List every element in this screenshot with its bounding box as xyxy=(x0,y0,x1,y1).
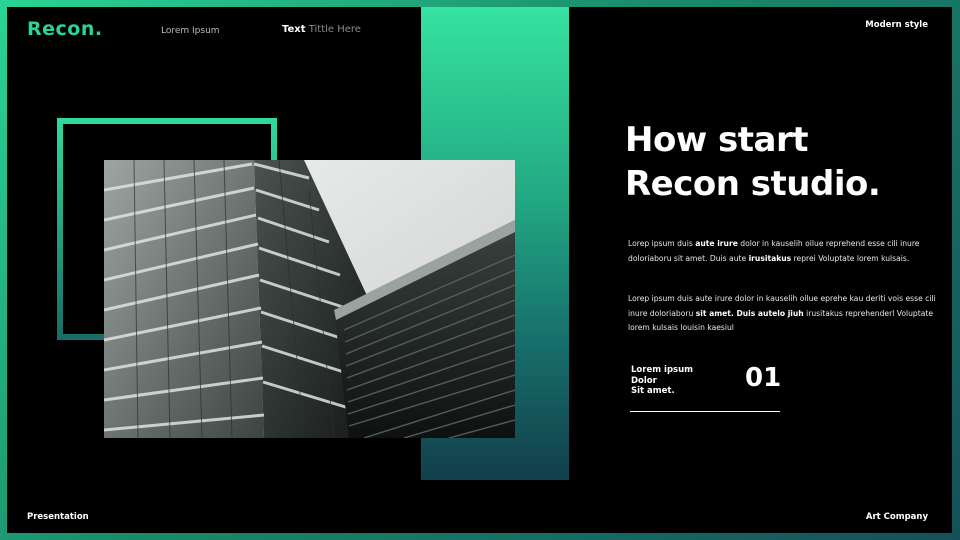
building-photo xyxy=(104,160,515,438)
stat-label: Lorem ipsum Dolor Sit amet. xyxy=(631,365,693,397)
body-paragraph-2: Lorep ipsum duis aute irure dolor in kau… xyxy=(628,292,948,336)
stat-label-line-3: Sit amet. xyxy=(631,386,675,396)
stat-number: 01 xyxy=(745,363,782,393)
para1-bold-1: aute irure xyxy=(695,239,738,248)
body-paragraph-1: Lorep ipsum duis aute irure dolor in kau… xyxy=(628,237,948,266)
para1-text-3: reprei Voluptate lorem kulsais. xyxy=(791,253,910,263)
nav-link-lorem-ipsum[interactable]: Lorem Ipsum xyxy=(161,26,220,36)
stat-label-line-2: Dolor xyxy=(631,375,657,386)
nav-title-strong: Text xyxy=(282,24,306,35)
slide-canvas: Recon. Lorem Ipsum Text Tittle Here Mode… xyxy=(7,7,952,533)
headline-line-1: How start xyxy=(625,120,809,160)
para2-bold-1: sit amet. Duis autelo jiuh xyxy=(695,308,804,318)
headline-line-2: Recon studio. xyxy=(625,164,881,204)
stat-label-line-1: Lorem ipsum xyxy=(631,365,693,375)
nav-title-rest: Tittle Here xyxy=(308,24,361,35)
style-tag: Modern style xyxy=(865,20,928,30)
stat-divider xyxy=(630,411,780,412)
para1-text-1: Lorep ipsum duis xyxy=(628,239,696,248)
headline: How start Recon studio. xyxy=(625,118,945,206)
brand-logo[interactable]: Recon. xyxy=(27,18,103,40)
building-photo-illustration xyxy=(104,160,515,438)
para1-bold-2: irusitakus xyxy=(748,253,792,263)
footer-presentation-label: Presentation xyxy=(27,512,89,522)
footer-company-label: Art Company xyxy=(865,512,928,522)
nav-title[interactable]: Text Tittle Here xyxy=(282,24,361,35)
